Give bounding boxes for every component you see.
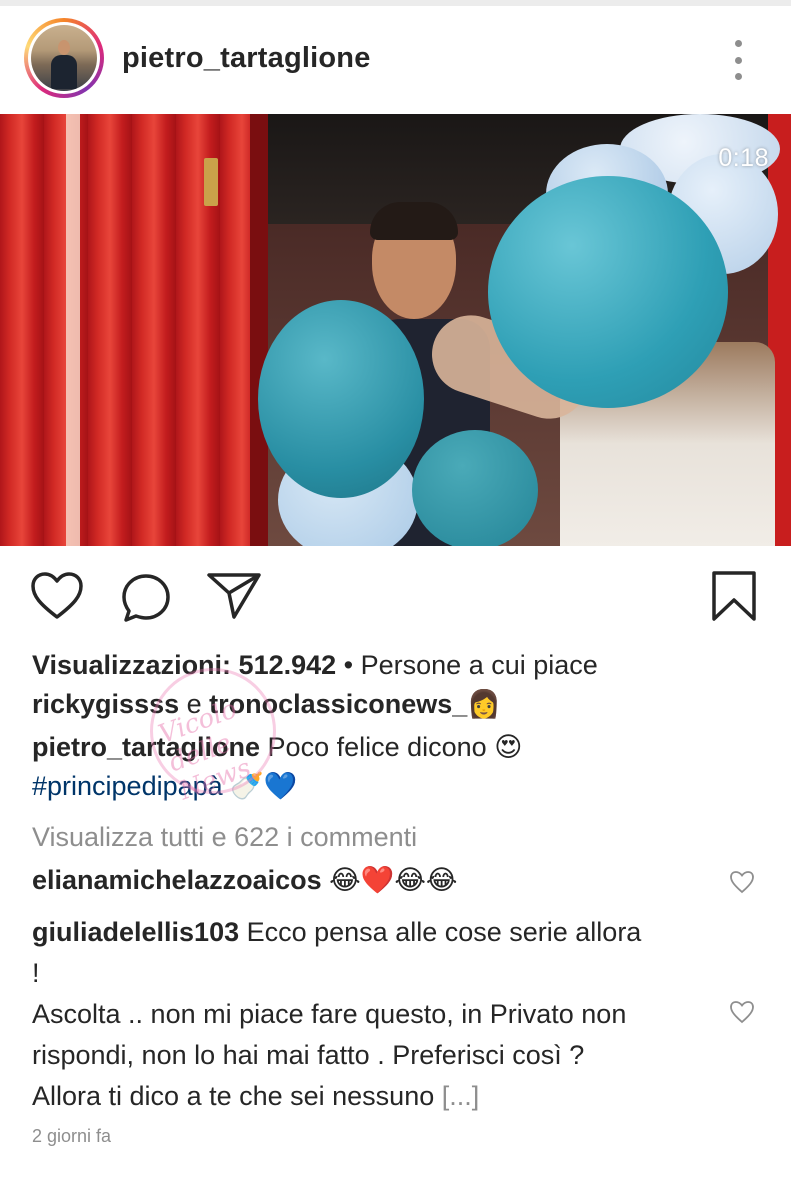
view-all-comments-link[interactable]: Visualizza tutti e 622 i commenti (32, 822, 417, 853)
views-and-likes: Visualizzazioni: 512.942 • Persone a cui… (32, 650, 598, 680)
avatar[interactable] (24, 18, 104, 98)
caption-text: Poco felice dicono (260, 732, 495, 762)
comment-item: giuliadelellis103 Ecco pensa alle cose s… (32, 912, 642, 1117)
comment-like-heart-icon[interactable] (729, 1000, 755, 1024)
view-count[interactable]: Visualizzazioni: 512.942 (32, 650, 336, 680)
comment-like-heart-icon[interactable] (729, 870, 755, 894)
comment-username[interactable]: giuliadelellis103 (32, 917, 239, 947)
avatar-photo (31, 25, 97, 91)
comment-icon[interactable] (120, 572, 172, 624)
likes-prefix: Persone a cui piace (360, 650, 598, 680)
comment-item: elianamichelazzoaicos 😂❤️😂😂 (32, 864, 457, 896)
comment-username[interactable]: elianamichelazzoaicos (32, 865, 322, 895)
comment-more-link[interactable]: [...] (442, 1081, 480, 1111)
woman-emoji-icon: 👩 (467, 689, 501, 720)
heart-icon[interactable] (30, 572, 84, 620)
post-header: pietro_tartaglione (0, 6, 791, 114)
post-time-ago: 2 giorni fa (32, 1126, 112, 1146)
heart-eyes-emoji-icon: 😍 (494, 732, 523, 763)
post-video[interactable]: 0:18 (0, 114, 791, 546)
more-vertical-icon[interactable] (728, 40, 748, 80)
action-bar (0, 546, 791, 646)
hashtag-link[interactable]: #principedipapà (32, 771, 223, 801)
post-username[interactable]: pietro_tartaglione (122, 42, 371, 75)
bookmark-icon[interactable] (710, 570, 758, 622)
caption-username[interactable]: pietro_tartaglione (32, 732, 260, 762)
laugh-heart-emoji-icon: 😂❤️😂😂 (329, 865, 458, 896)
liker-link[interactable]: rickygissss (32, 689, 179, 719)
baby-bottle-heart-emoji-icon: 🍼💙 (230, 771, 298, 802)
video-timestamp: 0:18 (718, 144, 769, 172)
paper-plane-icon[interactable] (206, 572, 262, 620)
caption-hashtag-line: #principedipapà 🍼💙 (32, 770, 297, 802)
liker-link[interactable]: tronoclassiconews_ (209, 689, 467, 719)
caption: pietro_tartaglione Poco felice dicono 😍 (32, 732, 522, 763)
likers-line: rickygissss e tronoclassiconews_👩 (32, 689, 501, 720)
